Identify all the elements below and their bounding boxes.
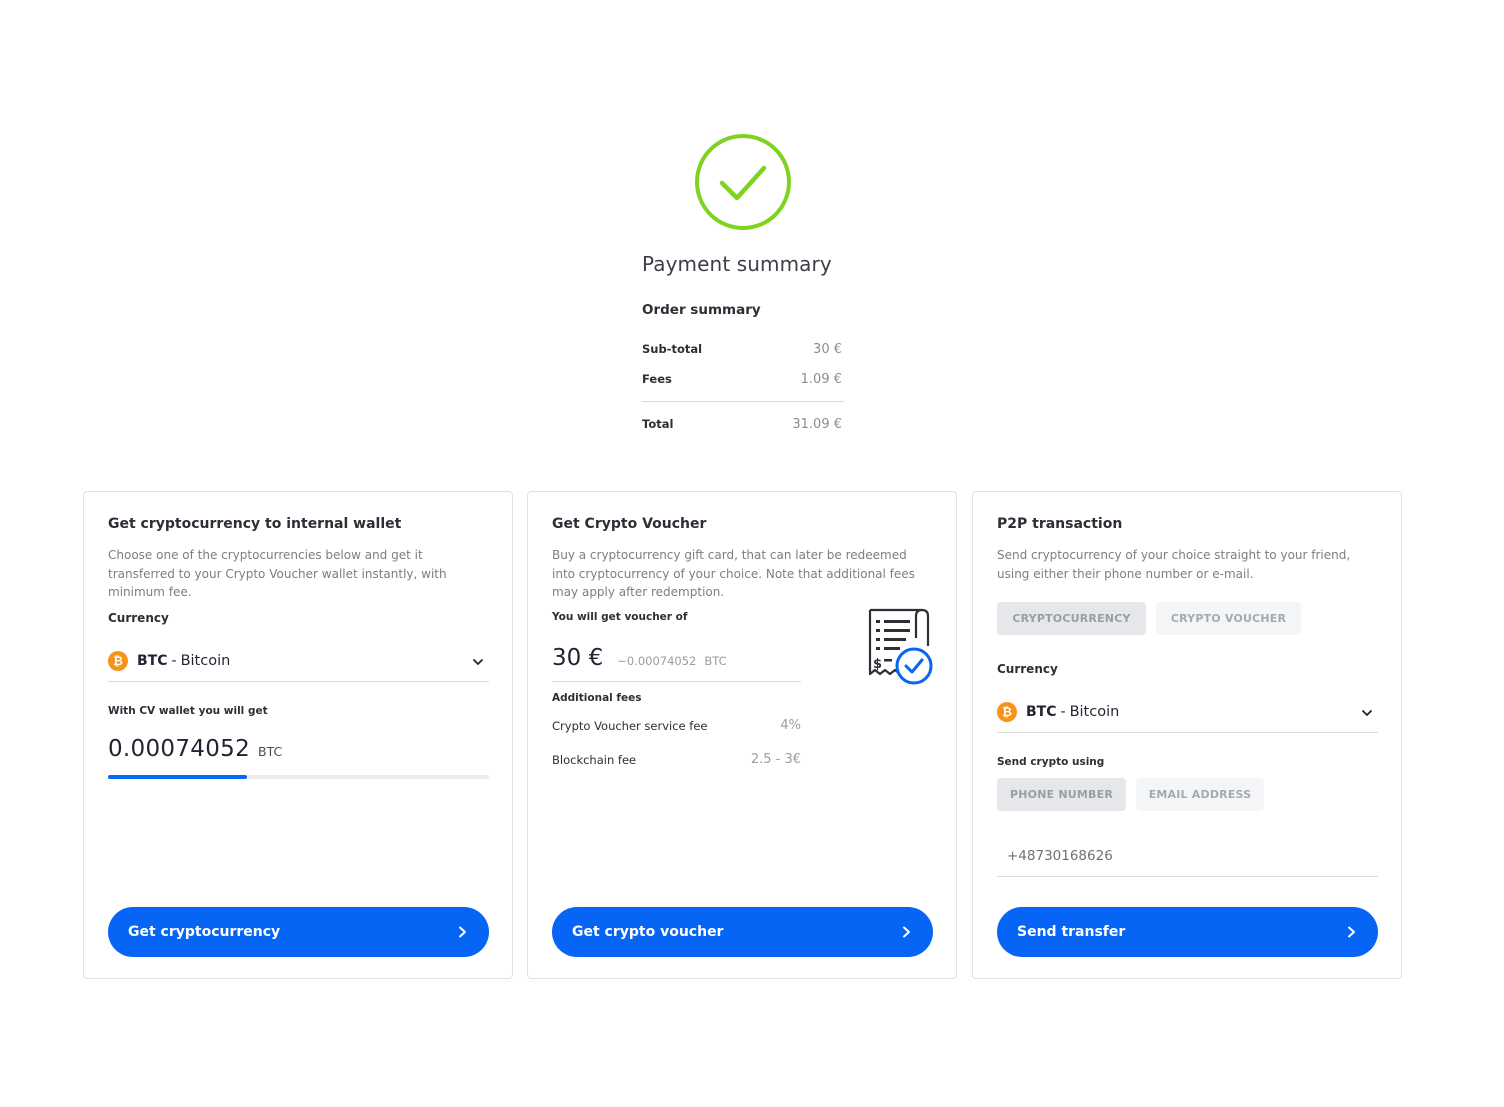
fee-row-service: Crypto Voucher service fee 4%: [552, 718, 801, 733]
chevron-right-icon: [459, 926, 466, 938]
currency-name: Bitcoin: [180, 652, 231, 669]
button-label: Get crypto voucher: [572, 924, 724, 940]
additional-fees-label: Additional fees: [552, 692, 642, 704]
currency-code: BTC: [1026, 703, 1057, 720]
chevron-right-icon: [1348, 926, 1355, 938]
phone-number-input[interactable]: [997, 836, 1378, 877]
voucher-card-title: Get Crypto Voucher: [552, 516, 707, 532]
fee-label: Blockchain fee: [552, 752, 637, 767]
wallet-card: Get cryptocurrency to internal wallet Ch…: [83, 491, 513, 979]
chevron-down-icon: [473, 659, 483, 665]
receive-label: With CV wallet you will get: [108, 705, 268, 717]
tab-email-address[interactable]: EMAIL ADDRESS: [1136, 778, 1264, 811]
svg-text:$: $: [873, 657, 882, 672]
tab-crypto-voucher[interactable]: CRYPTO VOUCHER: [1156, 602, 1301, 635]
wallet-card-title: Get cryptocurrency to internal wallet: [108, 516, 402, 532]
tab-phone-number[interactable]: PHONE NUMBER: [997, 778, 1126, 811]
receipt-check-icon: $: [868, 608, 933, 685]
summary-row-value: 30 €: [813, 341, 842, 357]
tab-cryptocurrency[interactable]: CRYPTOCURRENCY: [997, 602, 1146, 635]
currency-select[interactable]: ₿ BTC - Bitcoin: [108, 640, 489, 682]
voucher-card: Get Crypto Voucher Buy a cryptocurrency …: [527, 491, 957, 979]
summary-row-fees: Fees 1.09 €: [642, 364, 844, 394]
fee-value: 2.5 - 3€: [750, 752, 801, 767]
summary-divider: [642, 401, 844, 402]
bitcoin-icon: ₿: [108, 650, 128, 671]
fee-value: 4%: [780, 718, 801, 733]
currency-separator: -: [171, 652, 177, 669]
wallet-card-description: Choose one of the cryptocurrencies below…: [108, 548, 447, 599]
voucher-approx-unit: BTC: [704, 654, 727, 668]
summary-row-value: 1.09 €: [800, 371, 842, 387]
amount-unit: BTC: [258, 744, 283, 759]
bitcoin-icon: ₿: [997, 701, 1017, 722]
receive-amount: 0.00074052 BTC: [108, 736, 282, 762]
p2p-card: P2P transaction Send cryptocurrency of y…: [972, 491, 1402, 979]
progress-fill: [108, 775, 248, 779]
fee-label: Crypto Voucher service fee: [552, 718, 708, 733]
get-cryptocurrency-button[interactable]: Get cryptocurrency: [108, 907, 489, 957]
send-using-label: Send crypto using: [997, 756, 1105, 768]
send-transfer-button[interactable]: Send transfer: [997, 907, 1378, 957]
currency-separator: -: [1060, 703, 1066, 720]
voucher-label: You will get voucher of: [552, 611, 688, 623]
progress-bar: [108, 775, 489, 779]
summary-total-value: 31.09 €: [792, 416, 842, 432]
summary-total-label: Total: [642, 417, 674, 431]
payment-summary: Payment summary Order summary Sub-total …: [642, 252, 844, 439]
currency-label: Currency: [997, 662, 1058, 676]
currency-name: Bitcoin: [1069, 703, 1120, 720]
page-title: Payment summary: [642, 252, 832, 276]
summary-row-total: Total 31.09 €: [642, 409, 844, 439]
voucher-value: 30 €: [552, 645, 604, 671]
summary-row-subtotal: Sub-total 30 €: [642, 334, 844, 364]
p2p-card-title: P2P transaction: [997, 516, 1123, 532]
button-label: Send transfer: [1017, 924, 1126, 940]
fee-row-blockchain: Blockchain fee 2.5 - 3€: [552, 752, 801, 767]
order-summary-heading: Order summary: [642, 302, 761, 318]
p2p-card-description: Send cryptocurrency of your choice strai…: [997, 548, 1351, 581]
currency-code: BTC: [137, 652, 168, 669]
currency-select[interactable]: ₿ BTC - Bitcoin: [997, 691, 1378, 733]
chevron-right-icon: [903, 926, 910, 938]
success-check-icon: [695, 134, 791, 230]
button-label: Get cryptocurrency: [128, 924, 281, 940]
voucher-approx: ~0.00074052: [617, 654, 697, 668]
summary-row-label: Sub-total: [642, 342, 703, 356]
summary-row-label: Fees: [642, 372, 672, 386]
voucher-card-description: Buy a cryptocurrency gift card, that can…: [552, 548, 915, 599]
voucher-amount: 30 € ~0.00074052 BTC: [552, 645, 801, 682]
amount-value: 0.00074052: [108, 736, 251, 762]
chevron-down-icon: [1362, 710, 1372, 716]
currency-label: Currency: [108, 611, 169, 625]
get-crypto-voucher-button[interactable]: Get crypto voucher: [552, 907, 933, 957]
